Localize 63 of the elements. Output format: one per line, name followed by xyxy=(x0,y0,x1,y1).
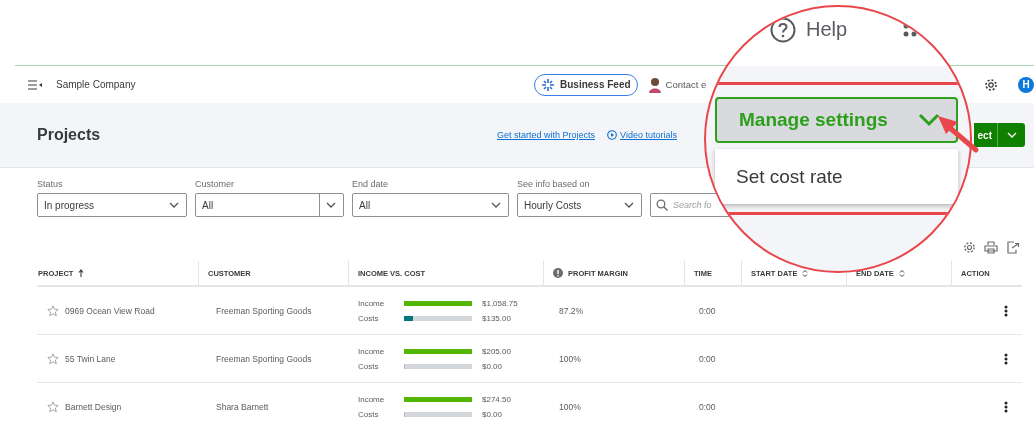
play-icon xyxy=(607,130,618,140)
amount: $0.00 xyxy=(482,361,504,371)
amount: $135.00 xyxy=(482,313,512,323)
person-icon xyxy=(647,76,662,93)
sort-icon[interactable] xyxy=(898,268,905,278)
table-cell: 100% xyxy=(559,353,581,364)
settings-icon[interactable] xyxy=(963,240,976,254)
project-name[interactable]: 0969 Ocean View Road xyxy=(65,305,155,316)
chevron-down-icon xyxy=(918,113,940,127)
filter-label: Customer xyxy=(195,179,235,189)
star-icon[interactable] xyxy=(47,400,59,413)
more-icon[interactable] xyxy=(1004,304,1008,317)
help-label[interactable]: Help xyxy=(806,18,848,41)
amount: $0.00 xyxy=(482,409,504,419)
table-cell: Freeman Sporting Goods xyxy=(216,353,312,364)
sparkle-icon xyxy=(541,77,555,92)
help-icon[interactable] xyxy=(770,16,796,43)
business-feed-button[interactable]: Business Feed xyxy=(534,73,638,96)
get-started-link[interactable]: Get started with Projects xyxy=(497,130,596,140)
table-cell: 0:00 xyxy=(699,353,716,364)
export-icon[interactable] xyxy=(1006,240,1020,254)
settings-icon[interactable] xyxy=(984,77,998,92)
filter-label: See info based on xyxy=(517,179,591,189)
table-cell: Shara Barnett xyxy=(216,401,269,412)
star-icon[interactable] xyxy=(47,352,59,365)
table-cell: Freeman Sporting Goods xyxy=(216,305,312,316)
filter-label: End date xyxy=(352,179,390,189)
table-cell: 0:00 xyxy=(699,401,716,412)
bar-label: Income xyxy=(358,346,386,356)
sort-icon[interactable] xyxy=(802,268,809,278)
print-icon[interactable] xyxy=(984,240,998,254)
search-icon xyxy=(656,199,668,211)
amount: $1,058.75 xyxy=(482,298,518,308)
bar-label: Income xyxy=(358,394,386,404)
amount: $205.00 xyxy=(482,346,511,356)
page-title: Projects xyxy=(37,126,102,144)
alert-icon xyxy=(553,268,563,278)
more-icon[interactable] xyxy=(1004,400,1008,413)
bar-label: Costs xyxy=(358,361,380,371)
user-avatar[interactable]: H xyxy=(1018,76,1034,93)
more-icon[interactable] xyxy=(1004,352,1008,365)
contact-label[interactable]: Contact e xyxy=(665,79,707,90)
table-cell: 100% xyxy=(559,401,581,412)
table-cell: 0:00 xyxy=(699,305,716,316)
filter-label: Status xyxy=(37,179,64,189)
project-name[interactable]: 55 Twin Lane xyxy=(65,353,116,364)
menu-item[interactable]: Set cost rate xyxy=(715,165,958,188)
bar-label: Costs xyxy=(358,409,380,419)
filter-dropdown[interactable]: Hourly Costs xyxy=(517,193,642,217)
bar-label: Costs xyxy=(358,313,380,323)
new-project-button[interactable]: ect xyxy=(973,123,997,147)
sort-up-icon xyxy=(78,268,85,278)
table-cell: 87.2% xyxy=(559,305,584,316)
menu-icon[interactable] xyxy=(28,79,42,90)
filter-dropdown[interactable]: All xyxy=(195,193,344,217)
video-tutorials-link[interactable]: Video tutorials xyxy=(620,130,677,140)
project-name[interactable]: Barnett Design xyxy=(65,401,122,412)
amount: $274.50 xyxy=(482,394,511,404)
star-icon[interactable] xyxy=(47,304,59,317)
filter-dropdown[interactable]: In progress xyxy=(37,193,187,217)
bar-label: Income xyxy=(358,298,386,308)
company-name: Sample Company xyxy=(56,79,137,90)
filter-dropdown[interactable]: All xyxy=(352,193,509,217)
